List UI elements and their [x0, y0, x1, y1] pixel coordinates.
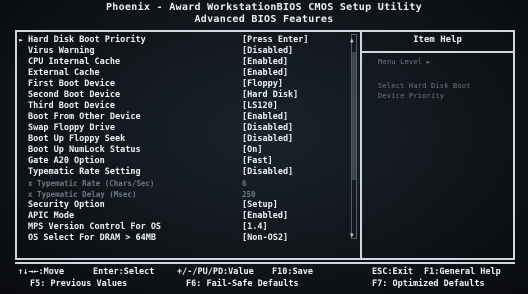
submenu-arrow-icon: ►: [19, 36, 24, 44]
hint-select: Enter:Select: [93, 267, 155, 277]
setting-value[interactable]: [Disabled]: [242, 167, 293, 178]
setting-boot-up-numlock-status[interactable]: Boot Up NumLock Status [On]: [28, 145, 348, 156]
hint-fail-safe-defaults: F6: Fail-Safe Defaults: [186, 279, 299, 289]
setting-mps-version-control[interactable]: MPS Version Control For OS [1.4]: [28, 222, 348, 233]
setting-external-cache[interactable]: External Cache [Enabled]: [28, 68, 348, 79]
setting-virus-warning[interactable]: Virus Warning [Disabled]: [28, 46, 348, 57]
page-title: Advanced BIOS Features: [194, 14, 334, 25]
setting-first-boot-device[interactable]: First Boot Device [Floppy]: [28, 79, 348, 90]
setting-typematic-delay: x Typematic Delay (Msec) 250: [28, 190, 256, 199]
setting-value: 250: [242, 190, 256, 199]
setting-value[interactable]: [Disabled]: [242, 123, 293, 134]
hint-value: +/-/PU/PD:Value: [177, 267, 254, 277]
bios-header: Phoenix - Award WorkstationBIOS CMOS Set…: [0, 0, 528, 28]
setting-value[interactable]: [Enabled]: [242, 211, 288, 222]
bios-screen: Phoenix - Award WorkstationBIOS CMOS Set…: [0, 0, 528, 294]
hint-general-help: F1:General Help: [424, 267, 501, 277]
setting-value[interactable]: [LS120]: [242, 101, 278, 112]
setting-swap-floppy-drive[interactable]: Swap Floppy Drive [Disabled]: [28, 123, 348, 134]
scrollbar-thumb[interactable]: [352, 52, 356, 180]
setting-value[interactable]: [1.4]: [242, 222, 268, 233]
hint-optimized-defaults: F7: Optimized Defaults: [372, 279, 485, 289]
setting-hard-disk-boot-priority[interactable]: ► Hard Disk Boot Priority [Press Enter]: [19, 35, 348, 46]
setting-security-option[interactable]: Security Option [Setup]: [28, 200, 348, 211]
setting-typematic-rate: x Typematic Rate (Chars/Sec) 6: [28, 179, 247, 188]
setting-value: 6: [242, 179, 247, 188]
setting-apic-mode[interactable]: APIC Mode [Enabled]: [28, 211, 348, 222]
setting-value[interactable]: [Hard Disk]: [242, 90, 298, 101]
setting-boot-from-other-device[interactable]: Boot From Other Device [Enabled]: [28, 112, 348, 123]
setting-boot-up-floppy-seek[interactable]: Boot Up Floppy Seek [Disabled]: [28, 134, 348, 145]
setting-value[interactable]: [Setup]: [242, 200, 278, 211]
help-menu-level: Menu Level ►: [378, 58, 431, 66]
hint-move: ↑↓→←:Move: [18, 267, 65, 277]
setting-value[interactable]: [Enabled]: [242, 68, 288, 79]
setting-value[interactable]: [Press Enter]: [242, 35, 309, 46]
help-description-line2: Device Priority: [378, 92, 445, 100]
setting-os-select-dram[interactable]: OS Select For DRAM > 64MB [Non-OS2]: [28, 233, 348, 244]
hint-previous-values: F5: Previous Values: [30, 279, 128, 289]
setting-gate-a20-option[interactable]: Gate A20 Option [Fast]: [28, 156, 348, 167]
setting-cpu-internal-cache[interactable]: CPU Internal Cache [Enabled]: [28, 57, 348, 68]
setting-value[interactable]: [Disabled]: [242, 134, 293, 145]
utility-title: Phoenix - Award WorkstationBIOS CMOS Set…: [105, 2, 423, 13]
help-divider: [362, 51, 513, 53]
panel-divider: [360, 30, 362, 260]
setting-value[interactable]: [Floppy]: [242, 79, 283, 90]
setting-value[interactable]: [Disabled]: [242, 46, 293, 57]
setting-value[interactable]: [On]: [242, 145, 262, 156]
hint-exit: ESC:Exit: [372, 267, 413, 277]
setting-third-boot-device[interactable]: Third Boot Device [LS120]: [28, 101, 348, 112]
setting-value[interactable]: [Fast]: [242, 156, 273, 167]
help-description-line1: Select Hard Disk Boot: [378, 82, 471, 90]
setting-value[interactable]: [Enabled]: [242, 112, 288, 123]
help-title: Item Help: [413, 35, 462, 45]
setting-typematic-rate-setting[interactable]: Typematic Rate Setting [Disabled]: [28, 167, 348, 178]
hint-save: F10:Save: [272, 267, 313, 277]
setting-value[interactable]: [Enabled]: [242, 57, 288, 68]
setting-value[interactable]: [Non-OS2]: [242, 233, 288, 244]
scroll-up-arrow-icon[interactable]: ▲: [350, 37, 354, 44]
setting-second-boot-device[interactable]: Second Boot Device [Hard Disk]: [28, 90, 348, 101]
scroll-down-arrow-icon[interactable]: ▼: [350, 232, 354, 239]
